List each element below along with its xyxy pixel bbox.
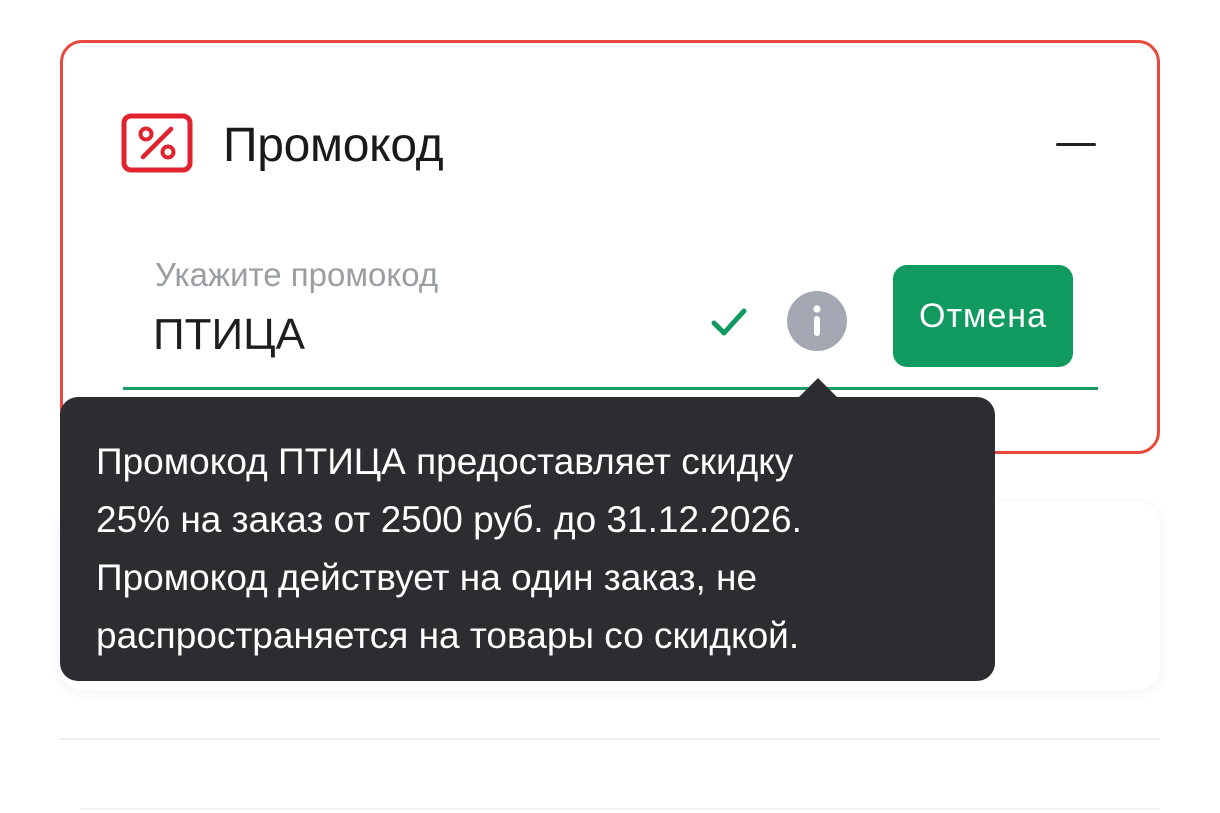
cancel-button[interactable]: Отмена xyxy=(893,265,1073,367)
tooltip-line: Промокод ПТИЦА предоставляет скидку xyxy=(96,441,794,482)
promo-input-label: Укажите промокод xyxy=(155,256,439,293)
minus-icon xyxy=(1056,143,1096,146)
divider xyxy=(60,738,1160,740)
tooltip-line: Промокод действует на один заказ, не xyxy=(96,557,758,598)
percent-icon xyxy=(121,113,193,173)
check-icon xyxy=(711,308,747,336)
promo-title: Промокод xyxy=(223,119,444,172)
info-button[interactable] xyxy=(787,291,847,351)
tooltip-line: распространяется на товары со скидкой. xyxy=(96,615,800,656)
collapse-button[interactable] xyxy=(1048,123,1104,167)
promo-input[interactable] xyxy=(153,305,673,365)
promo-card: Промокод Укажите промокод Отмена xyxy=(60,40,1160,454)
promo-info-tooltip: Промокод ПТИЦА предоставляет скидку 25% … xyxy=(60,397,995,681)
input-underline xyxy=(123,387,1098,390)
divider xyxy=(80,808,1160,810)
info-icon xyxy=(813,305,821,336)
tooltip-arrow xyxy=(798,378,838,398)
tooltip-line: 25% на заказ от 2500 руб. до 31.12.2026. xyxy=(96,499,802,540)
